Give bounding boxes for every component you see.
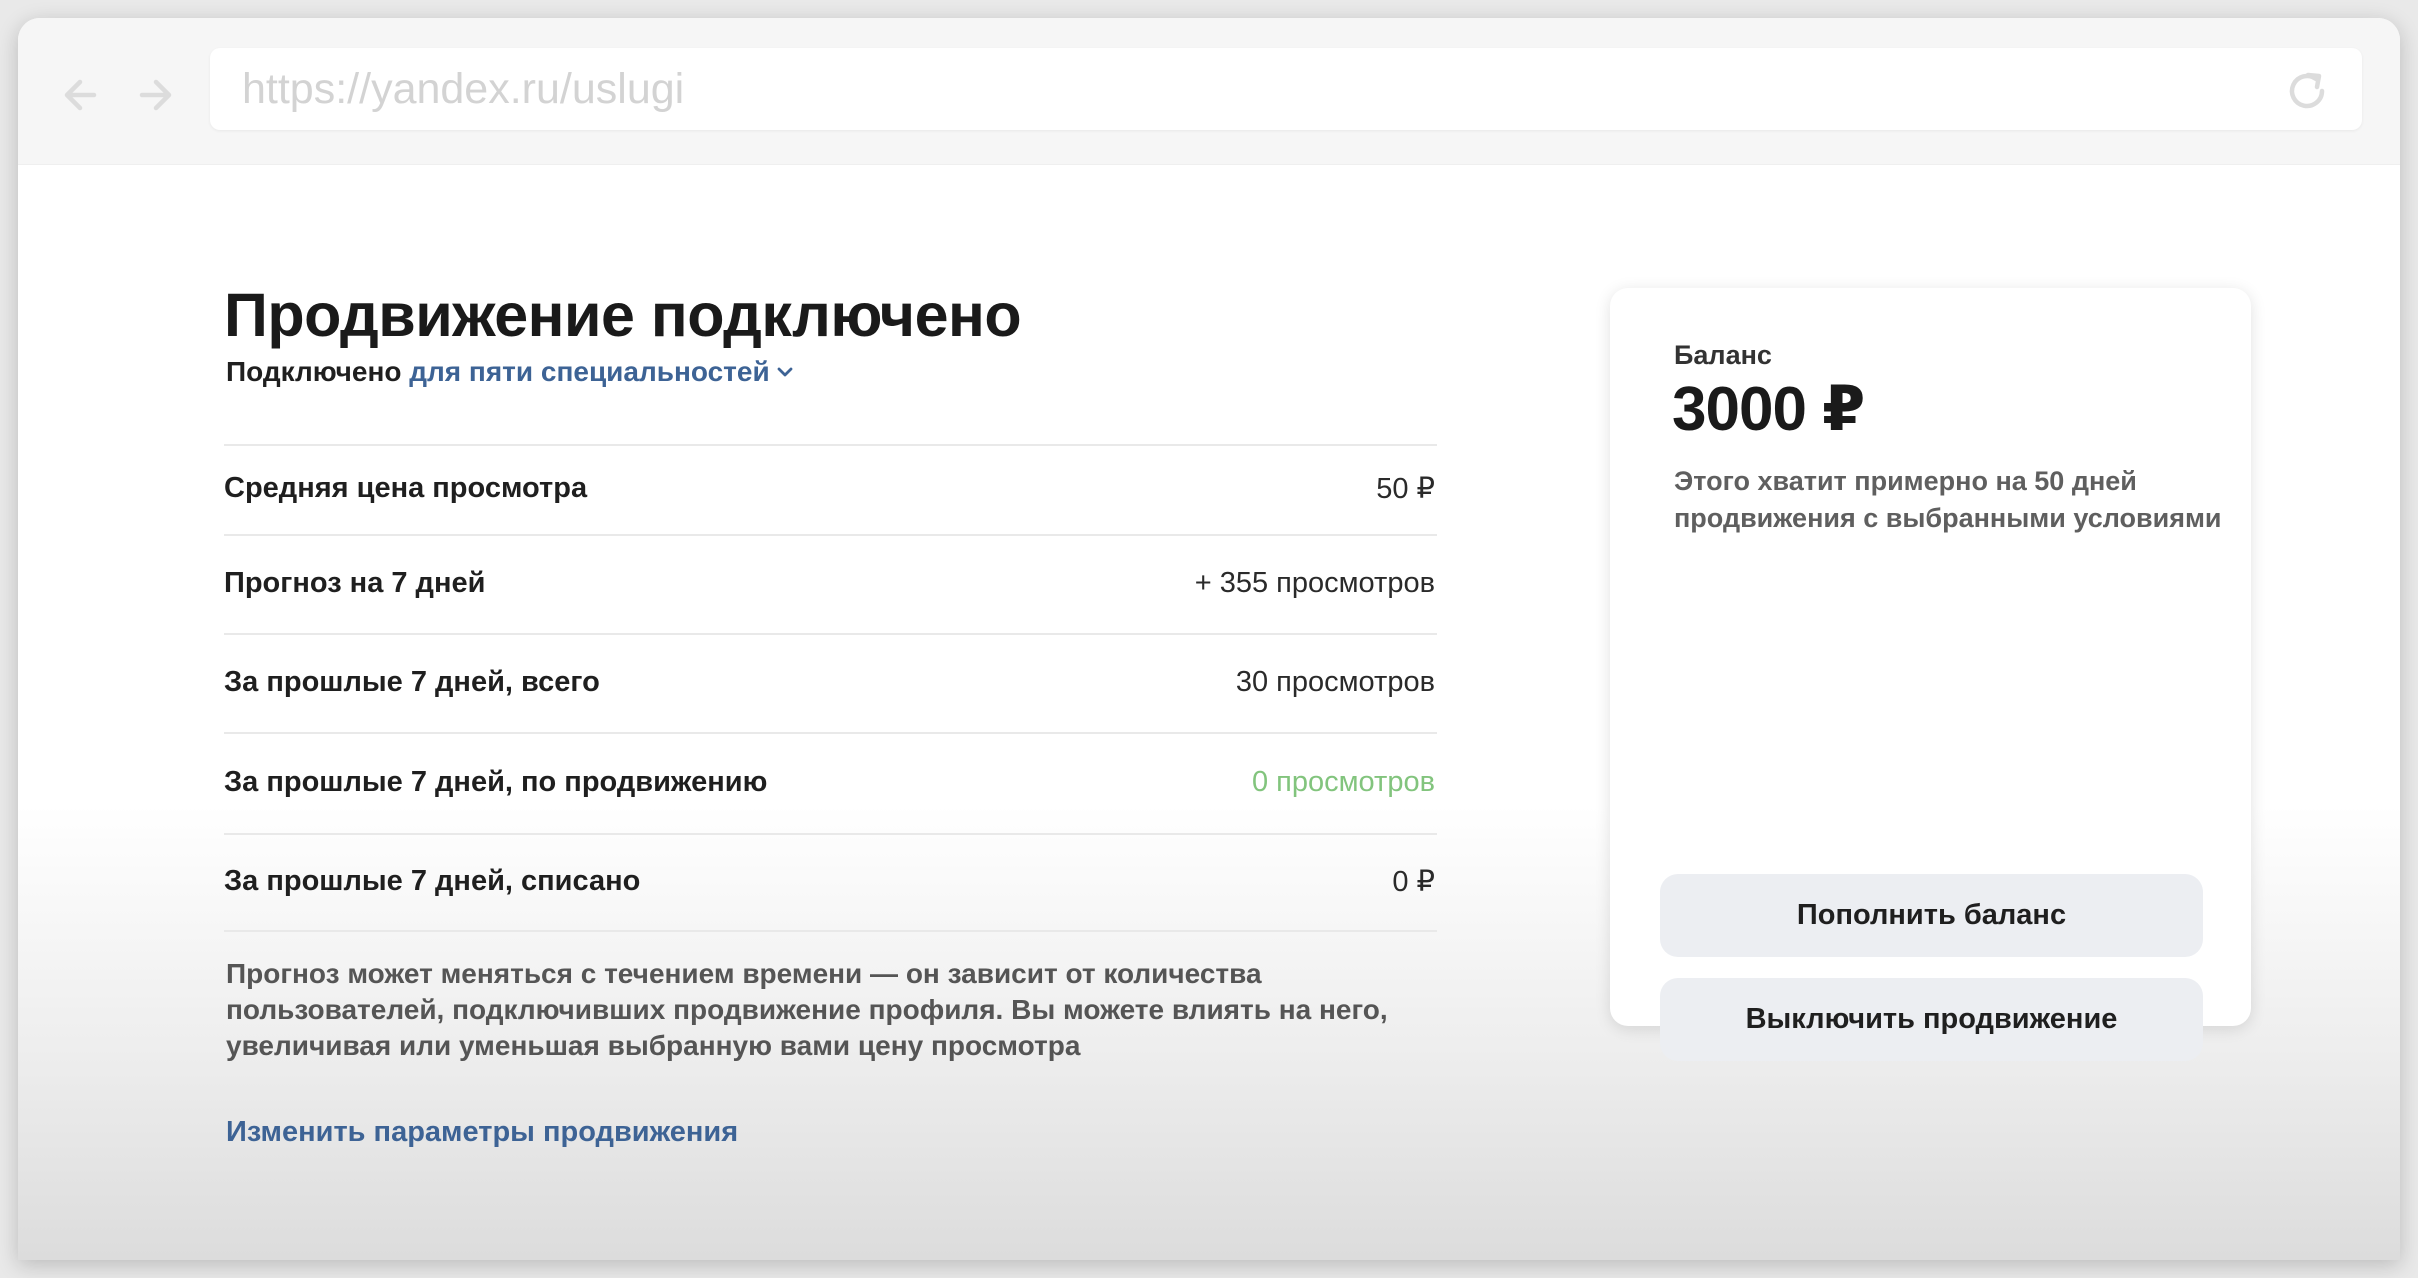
- stat-label: За прошлые 7 дней, списано: [224, 864, 641, 897]
- url-text[interactable]: https://yandex.ru/uslugi: [242, 48, 684, 130]
- topup-balance-button[interactable]: Пополнить баланс: [1660, 874, 2203, 957]
- arrow-right-icon: [139, 79, 172, 111]
- stat-label: Прогноз на 7 дней: [224, 566, 486, 599]
- balance-description: Этого хватит примерно на 50 дней продвиж…: [1674, 466, 2222, 533]
- page-content: Продвижение подключено Подключено для пя…: [18, 165, 2400, 1260]
- stat-label: За прошлые 7 дней, всего: [224, 665, 600, 698]
- change-params-link[interactable]: Изменить параметры продвижения: [226, 1116, 738, 1149]
- stat-label: За прошлые 7 дней, по продвижению: [224, 765, 768, 798]
- balance-card: Баланс 3000 ₽ Этого хватит примерно на 5…: [1610, 288, 2251, 1061]
- subtitle-prefix: Подключено: [226, 356, 410, 387]
- chevron-down-icon: [777, 367, 793, 377]
- balance-amount: 3000 ₽: [1672, 375, 1865, 444]
- stat-value: + 355 просмотров: [1194, 566, 1435, 599]
- subtitle: Подключено для пяти специальностей: [226, 356, 796, 388]
- stat-row-forecast: Прогноз на 7 дней + 355 просмотров: [224, 534, 1437, 633]
- forward-button[interactable]: [128, 68, 182, 122]
- stat-value: 50 ₽: [1376, 472, 1435, 505]
- stat-value: 0 просмотров: [1251, 765, 1435, 798]
- specialties-dropdown[interactable]: для пяти специальностей: [409, 356, 795, 387]
- address-bar[interactable]: https://yandex.ru/uslugi: [210, 48, 2362, 130]
- stat-row-avg-price: Средняя цена просмотра 50 ₽: [224, 444, 1437, 534]
- forecast-note: Прогноз может меняться с течением времен…: [226, 958, 1388, 1061]
- arrow-left-icon: [64, 79, 97, 111]
- reload-icon[interactable]: [2282, 66, 2332, 116]
- specialties-link-label: для пяти специальностей: [409, 356, 770, 387]
- stat-row-past-charged: За прошлые 7 дней, списано 0 ₽: [224, 833, 1437, 932]
- back-button[interactable]: [54, 68, 108, 122]
- stat-value: 30 просмотров: [1235, 665, 1435, 698]
- browser-toolbar: https://yandex.ru/uslugi: [18, 18, 2400, 165]
- balance-label: Баланс: [1674, 340, 1772, 370]
- browser-window: https://yandex.ru/uslugi Продвижение под…: [18, 18, 2400, 1260]
- stats-list: Средняя цена просмотра 50 ₽ Прогноз на 7…: [224, 444, 1437, 932]
- disable-promotion-button[interactable]: Выключить продвижение: [1660, 978, 2203, 1061]
- stat-row-past-promo: За прошлые 7 дней, по продвижению 0 прос…: [224, 732, 1437, 833]
- stat-value: 0 ₽: [1392, 865, 1435, 898]
- stat-row-past-total: За прошлые 7 дней, всего 30 просмотров: [224, 633, 1437, 732]
- stat-label: Средняя цена просмотра: [224, 471, 588, 504]
- page-title: Продвижение подключено: [224, 281, 1022, 349]
